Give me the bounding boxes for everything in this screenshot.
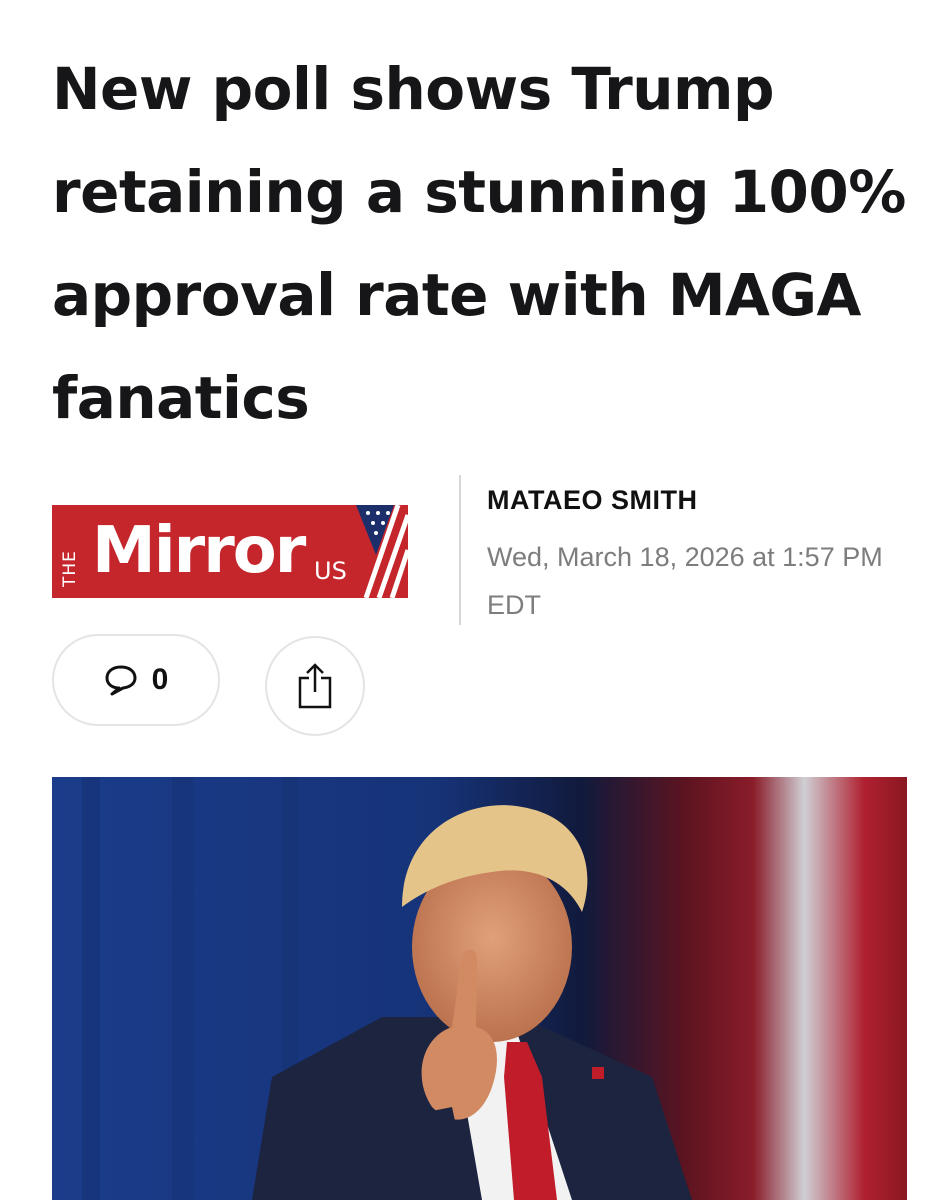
comments-button[interactable]: 0: [52, 634, 220, 726]
article-headline: New poll shows Trump retaining a stunnin…: [52, 55, 906, 432]
logo-region: US: [314, 557, 347, 585]
comment-count: 0: [151, 663, 169, 696]
logo-name: Mirror: [92, 514, 306, 588]
publish-date: Wed, March 18, 2026 at 1:57 PM EDT: [487, 542, 883, 620]
speech-bubble-icon: [105, 665, 137, 696]
author-name[interactable]: MATAEO SMITH: [487, 485, 697, 516]
share-icon: [298, 663, 332, 709]
flag-icon: [348, 505, 408, 598]
byline-divider: [459, 475, 461, 625]
hero-photo-illustration: [52, 777, 907, 1200]
logo-prefix: THE: [60, 550, 80, 587]
byline: THE Mirror US MATAEO SMITH Wed, March 18…: [52, 475, 912, 635]
article-actions: 0: [52, 634, 452, 736]
publisher-logo[interactable]: THE Mirror US: [52, 505, 408, 598]
share-button[interactable]: [265, 636, 365, 736]
hero-image[interactable]: [52, 777, 907, 1200]
